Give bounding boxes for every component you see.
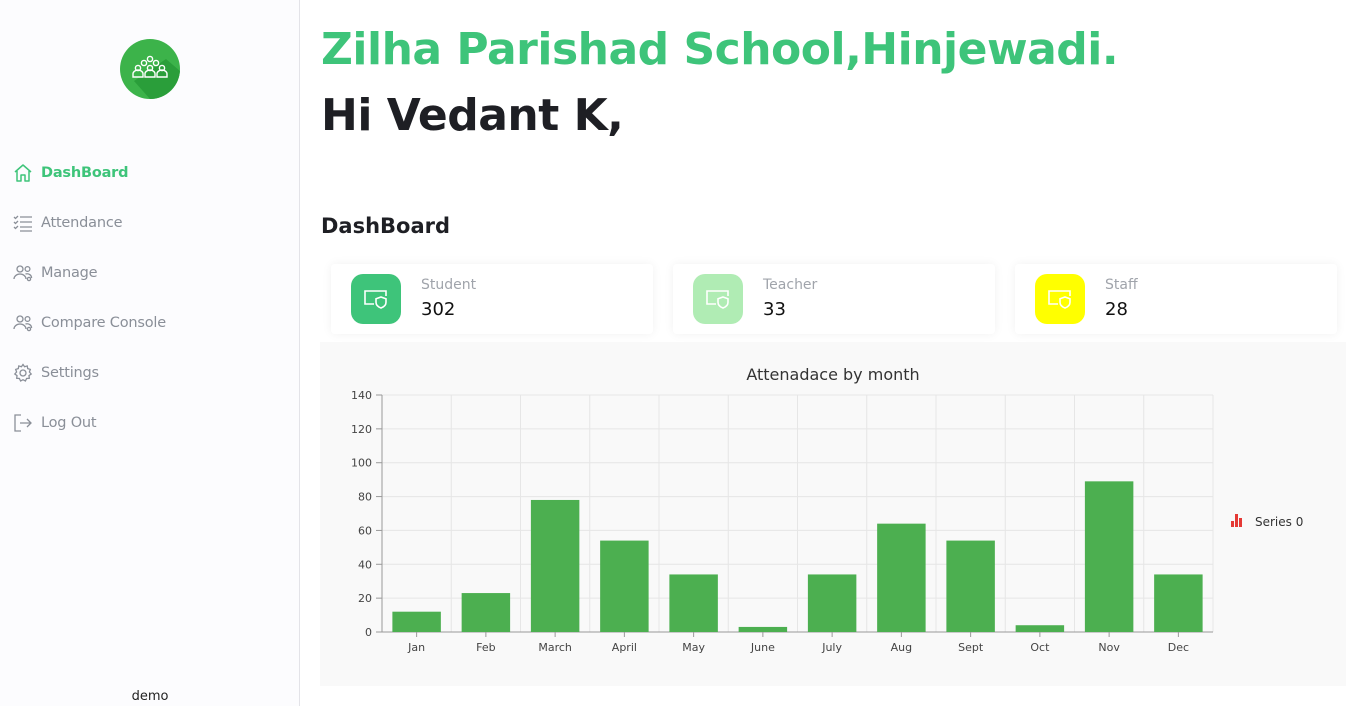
chart-bar — [461, 593, 511, 632]
chart-bar — [669, 574, 718, 632]
page-title: DashBoard — [321, 214, 451, 238]
sidebar: DashBoard Attendance Manage Compare Cons… — [0, 0, 300, 706]
sidebar-item-label: DashBoard — [41, 165, 129, 181]
people-group-icon — [132, 55, 180, 99]
stat-badge — [693, 274, 743, 324]
shield-screen-icon — [1048, 290, 1071, 309]
stat-badge — [1035, 274, 1085, 324]
chart-bar — [877, 523, 926, 632]
y-tick-label: 120 — [351, 423, 372, 436]
x-tick-label: Feb — [476, 641, 495, 654]
sidebar-item-manage[interactable]: Manage — [12, 248, 166, 298]
stat-label: Student — [421, 277, 477, 293]
attendance-chart: Attenadace by month 0 20 40 60 80 100 120 140 Ja… — [320, 342, 1346, 686]
sidebar-item-compare-console[interactable]: Compare Console — [12, 298, 166, 348]
checklist-icon — [12, 212, 34, 234]
y-tick-label: 20 — [358, 592, 372, 605]
stat-card-staff[interactable]: Staff 28 — [1015, 264, 1337, 334]
stat-value: 28 — [1105, 299, 1128, 320]
legend-bar-icon — [1235, 514, 1238, 527]
legend-bar-icon — [1239, 518, 1242, 527]
x-tick-label: June — [750, 641, 775, 654]
chart-bar — [600, 540, 649, 632]
sidebar-item-label: Settings — [41, 365, 99, 381]
school-name: Zilha Parishad School,Hinjewadi. — [321, 24, 1119, 75]
stat-card-student[interactable]: Student 302 — [331, 264, 653, 334]
chart-bar — [392, 611, 441, 632]
app-logo[interactable] — [120, 39, 180, 99]
sidebar-item-attendance[interactable]: Attendance — [12, 198, 166, 248]
sidebar-nav: DashBoard Attendance Manage Compare Cons… — [12, 148, 166, 448]
x-tick-label: Nov — [1098, 641, 1120, 654]
sidebar-footer-label: demo — [131, 689, 169, 704]
x-tick-label: March — [538, 641, 572, 654]
sidebar-item-label: Log Out — [41, 415, 97, 431]
greeting: Hi Vedant K, — [321, 90, 624, 141]
users-compare-icon — [12, 312, 34, 334]
y-tick-label: 40 — [358, 558, 372, 571]
shield-screen-icon — [706, 290, 729, 309]
chart-bar — [1084, 481, 1134, 632]
x-tick-label: Jan — [407, 641, 425, 654]
home-icon — [12, 162, 34, 184]
chart-bar — [1154, 574, 1203, 632]
chart-bar — [1015, 625, 1065, 632]
x-tick-label: Sept — [958, 641, 984, 654]
chart-plot: 0 20 40 60 80 100 120 140 Jan Feb March April May Jun… — [351, 389, 1214, 654]
y-tick-label: 0 — [365, 626, 372, 639]
stat-badge — [351, 274, 401, 324]
users-manage-icon — [12, 262, 34, 284]
chart-bar — [946, 540, 995, 632]
sidebar-item-label: Attendance — [41, 215, 123, 231]
shield-screen-icon — [364, 290, 387, 309]
chart-bar — [807, 574, 857, 632]
y-tick-label: 80 — [358, 491, 372, 504]
x-tick-label: May — [682, 641, 705, 654]
y-tick-label: 60 — [358, 524, 372, 537]
sidebar-item-log-out[interactable]: Log Out — [12, 398, 166, 448]
chart-title: Attenadace by month — [746, 365, 919, 384]
logout-icon — [12, 412, 34, 434]
sidebar-item-dashboard[interactable]: DashBoard — [12, 148, 166, 198]
y-tick-label: 100 — [351, 457, 372, 470]
y-tick-label: 140 — [351, 389, 372, 402]
x-tick-label: Aug — [891, 641, 912, 654]
main-content: Zilha Parishad School,Hinjewadi. Hi Veda… — [301, 0, 1366, 706]
stat-label: Teacher — [763, 277, 818, 293]
chart-bar — [530, 499, 580, 632]
chart-legend[interactable]: Series 0 — [1231, 514, 1303, 529]
legend-bar-icon — [1231, 521, 1234, 527]
sidebar-item-settings[interactable]: Settings — [12, 348, 166, 398]
x-tick-label: July — [821, 641, 842, 654]
sidebar-item-label: Compare Console — [41, 315, 166, 331]
gear-icon — [12, 362, 34, 384]
stat-value: 33 — [763, 299, 786, 320]
stat-card-teacher[interactable]: Teacher 33 — [673, 264, 995, 334]
x-tick-label: Dec — [1168, 641, 1189, 654]
x-tick-label: April — [612, 641, 637, 654]
chart-bar — [738, 626, 788, 632]
chart-svg: Attenadace by month 0 20 40 60 80 100 120 140 Ja… — [351, 365, 1303, 654]
legend-label: Series 0 — [1255, 515, 1303, 529]
x-tick-label: Oct — [1030, 641, 1050, 654]
stat-label: Staff — [1105, 277, 1138, 293]
sidebar-item-label: Manage — [41, 265, 98, 281]
stat-value: 302 — [421, 299, 456, 320]
